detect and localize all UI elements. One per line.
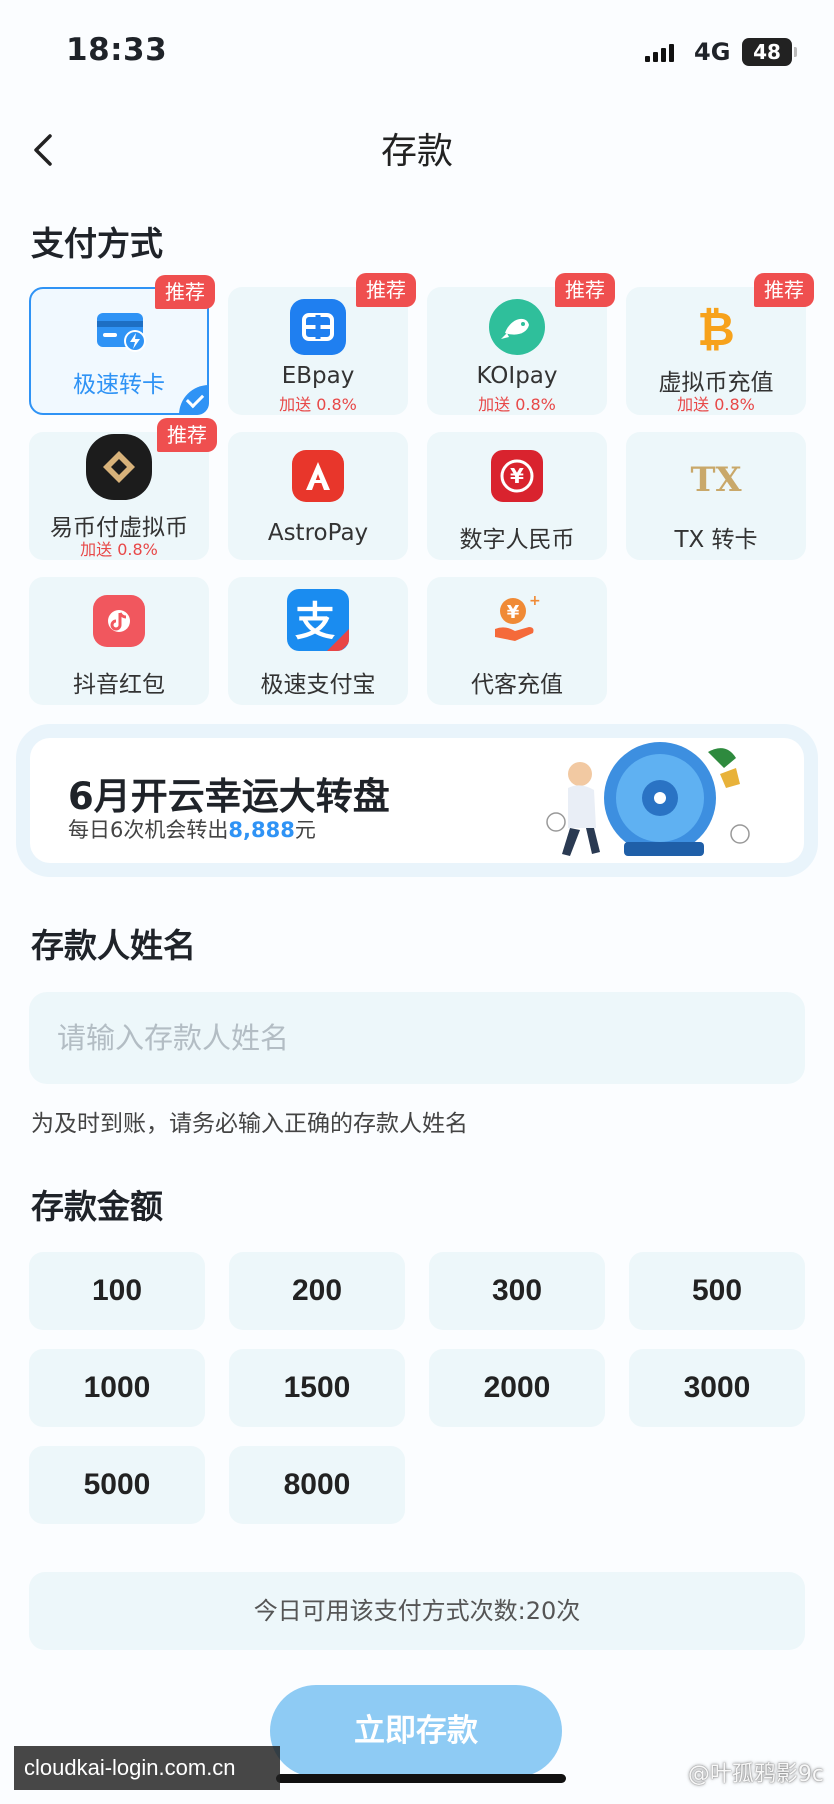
pay-method-label: 极速支付宝 [260, 672, 376, 698]
card-lightning-icon [93, 301, 149, 357]
banner-subtitle-prefix: 每日6次机会转出 [68, 818, 229, 842]
pay-method-label: 极速转卡 [73, 372, 165, 398]
pay-method-label: KOIpay [476, 363, 558, 389]
pay-method-alipay[interactable]: 支 极速支付宝 [228, 577, 408, 705]
pay-method-yibifu[interactable]: 易币付虚拟币 加送 0.8% 推荐 [29, 418, 217, 560]
amount-option[interactable]: 200 [229, 1252, 405, 1330]
digital-rmb-icon: ¥ [491, 450, 543, 502]
svg-text:TX: TX [690, 459, 742, 499]
svg-text:₿: ₿ [697, 302, 735, 355]
home-indicator [276, 1774, 566, 1783]
bonus-text: 加送 0.8% [279, 395, 357, 414]
amount-option[interactable]: 300 [429, 1252, 605, 1330]
amount-option[interactable]: 5000 [29, 1446, 205, 1524]
amount-option[interactable]: 1500 [229, 1349, 405, 1427]
banner-amount: 8,888 [228, 818, 295, 842]
amount-option[interactable]: 2000 [429, 1349, 605, 1427]
pay-method-tx-card[interactable]: TX TX 转卡 [626, 432, 806, 560]
depositor-section-title: 存款人姓名 [31, 926, 196, 965]
pay-method-digital-rmb[interactable]: ¥ 数字人民币 [427, 432, 607, 560]
recommend-badge: 推荐 [555, 273, 615, 307]
bonus-text: 加送 0.8% [80, 540, 158, 559]
nav-bar: 存款 [0, 110, 834, 190]
battery-icon: 48 [742, 38, 797, 66]
payment-section-title: 支付方式 [31, 224, 163, 263]
daily-quota-info: 今日可用该支付方式次数:20次 [29, 1572, 805, 1650]
amount-option[interactable]: 8000 [229, 1446, 405, 1524]
banner-subtitle-suffix: 元 [294, 818, 316, 842]
recommend-badge: 推荐 [754, 273, 814, 307]
amount-option[interactable]: 500 [629, 1252, 805, 1330]
bitcoin-icon: ₿ [688, 299, 744, 355]
astropay-icon [292, 450, 344, 502]
site-watermark: cloudkai-login.com.cn [14, 1746, 280, 1790]
bonus-text: 加送 0.8% [478, 395, 556, 414]
svg-text:支: 支 [295, 599, 335, 645]
amount-option[interactable]: 100 [29, 1252, 205, 1330]
yibifu-icon [86, 434, 152, 500]
pay-method-ebpay[interactable]: EBpay 加送 0.8% 推荐 [228, 273, 416, 415]
recommend-badge: 推荐 [356, 273, 416, 307]
pay-method-astropay[interactable]: AstroPay [228, 432, 408, 560]
deposit-now-button[interactable]: 立即存款 [270, 1685, 562, 1777]
pay-method-label: 代客充值 [471, 672, 563, 698]
ebpay-icon [290, 299, 346, 355]
pay-method-label: AstroPay [267, 520, 369, 546]
lucky-wheel-banner[interactable]: 6月开云幸运大转盘 每日6次机会转出8,888元 [30, 738, 804, 863]
agent-recharge-icon: ¥ + [489, 591, 545, 647]
banner-subtitle: 每日6次机会转出8,888元 [68, 814, 316, 844]
depositor-name-input[interactable] [29, 992, 805, 1084]
banner-title: 6月开云幸运大转盘 [68, 775, 390, 818]
depositor-hint: 为及时到账，请务必输入正确的存款人姓名 [31, 1111, 468, 1137]
recommend-badge: 推荐 [157, 418, 217, 452]
koi-fish-icon [489, 299, 545, 355]
signal-icon [645, 42, 674, 62]
svg-text:+: + [529, 593, 541, 609]
bonus-text: 加送 0.8% [677, 395, 755, 414]
pay-method-agent[interactable]: ¥ + 代客充值 [427, 577, 607, 705]
tx-icon: TX [688, 450, 744, 506]
pay-method-crypto[interactable]: ₿ 虚拟币充值 加送 0.8% 推荐 [626, 273, 814, 415]
page-title: 存款 [380, 131, 453, 172]
author-watermark: @叶孤鸦影9c [687, 1762, 824, 1787]
status-bar: 18:33 4G 48 [0, 0, 834, 100]
svg-text:¥: ¥ [510, 464, 524, 488]
amount-option[interactable]: 1000 [29, 1349, 205, 1427]
pay-method-koipay[interactable]: KOIpay 加送 0.8% 推荐 [427, 273, 615, 415]
pay-method-label: EBpay [281, 363, 355, 389]
lucky-wheel-illustration [546, 742, 750, 856]
pay-method-label: 数字人民币 [459, 527, 575, 553]
alipay-icon: 支 [287, 589, 349, 651]
amount-option[interactable]: 3000 [629, 1349, 805, 1427]
network-type: 4G [694, 38, 731, 66]
pay-method-label: TX 转卡 [674, 527, 758, 553]
douyin-redpacket-icon [93, 595, 145, 647]
amount-section-title: 存款金额 [31, 1187, 163, 1226]
pay-method-fast-card[interactable]: 极速转卡 推荐 [29, 275, 215, 415]
status-time: 18:33 [66, 32, 168, 68]
pay-method-douyin[interactable]: 抖音红包 [29, 577, 209, 705]
svg-text:¥: ¥ [507, 602, 520, 623]
recommend-badge: 推荐 [155, 275, 215, 309]
pay-method-label: 抖音红包 [73, 672, 165, 698]
